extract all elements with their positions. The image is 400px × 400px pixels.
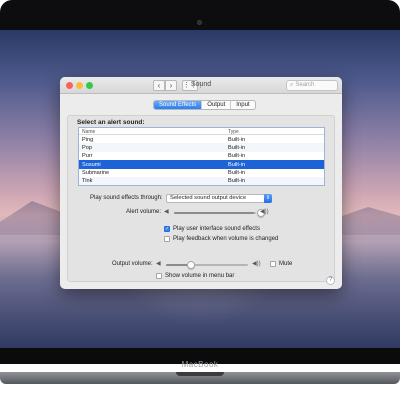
ui-sound-effects-checkbox[interactable]: ✓ (164, 226, 170, 232)
sound-type: Built-in (228, 136, 246, 143)
list-item[interactable]: Submarine Built-in (79, 169, 324, 177)
search-icon: ⌕ (290, 82, 294, 88)
list-item[interactable]: Pop Built-in (79, 143, 324, 152)
title-bar: ‹ › ⋮⋮⋮ Sound ⌕ Search (60, 77, 342, 94)
sound-type: Built-in (228, 144, 246, 151)
brand-label: MacBook (181, 360, 219, 369)
alert-volume-slider[interactable] (174, 212, 256, 214)
sound-name: Submarine (82, 170, 110, 177)
list-item[interactable]: Purr Built-in (79, 152, 324, 160)
sound-type: Built-in (228, 178, 246, 185)
alert-sound-heading: Select an alert sound: (77, 119, 145, 126)
sound-name: Tink (82, 178, 93, 185)
search-field[interactable]: ⌕ Search (286, 80, 338, 91)
popup-value: Selected sound output device (170, 195, 247, 201)
list-item-selected[interactable]: Sosumi Built-in (79, 160, 324, 169)
list-header: Name Type (79, 128, 324, 135)
help-button[interactable]: ? (326, 276, 335, 285)
tab-output[interactable]: Output (201, 101, 230, 109)
sound-name: Ping (82, 136, 94, 143)
speaker-low-icon: ◀ (156, 261, 161, 267)
camera (197, 20, 202, 25)
output-device-popup[interactable]: Selected sound output device ⇕ (166, 194, 272, 203)
sound-type: Built-in (228, 161, 246, 168)
sound-type: Built-in (228, 153, 246, 160)
sound-type: Built-in (228, 170, 246, 177)
output-volume-label: Output volume: (112, 261, 153, 267)
alert-sound-list[interactable]: Name Type Ping Built-in Pop Built-in Pur… (78, 127, 325, 186)
volume-feedback-label: Play feedback when volume is changed (173, 236, 279, 242)
play-through-label: Play sound effects through: (90, 195, 163, 201)
alert-volume-fill (174, 212, 255, 214)
sound-name: Purr (82, 153, 93, 160)
speaker-low-icon: ◀ (164, 209, 169, 215)
output-volume-slider[interactable] (166, 264, 248, 266)
search-placeholder: Search (295, 82, 315, 88)
sound-name: Sosumi (82, 161, 101, 168)
list-item[interactable]: Ping Built-in (79, 135, 324, 143)
ui-sound-effects-label: Play user interface sound effects (173, 226, 260, 232)
speaker-high-icon: ◀)) (260, 209, 269, 215)
volume-feedback-checkbox[interactable] (164, 236, 170, 242)
mute-label: Mute (279, 261, 293, 267)
sound-effects-panel: Select an alert sound: Name Type Ping Bu… (67, 115, 335, 285)
alert-volume-label: Alert volume: (126, 209, 162, 215)
mute-checkbox[interactable] (270, 261, 276, 267)
show-volume-menu-bar-checkbox[interactable] (156, 273, 162, 279)
tab-input[interactable]: Input (230, 101, 254, 109)
tab-bar: Sound Effects Output Input (153, 100, 256, 110)
tab-sound-effects[interactable]: Sound Effects (154, 101, 202, 109)
output-volume-knob[interactable] (186, 261, 195, 269)
list-item[interactable]: Tink Built-in (79, 176, 324, 186)
sound-preferences-window: ‹ › ⋮⋮⋮ Sound ⌕ Search Sound Effects Outp… (60, 77, 342, 289)
laptop-notch (176, 372, 224, 376)
popup-arrows-icon: ⇕ (264, 194, 272, 203)
sound-name: Pop (82, 144, 92, 151)
show-volume-menu-bar-label: Show volume in menu bar (165, 273, 235, 279)
speaker-high-icon: ◀)) (252, 261, 261, 267)
